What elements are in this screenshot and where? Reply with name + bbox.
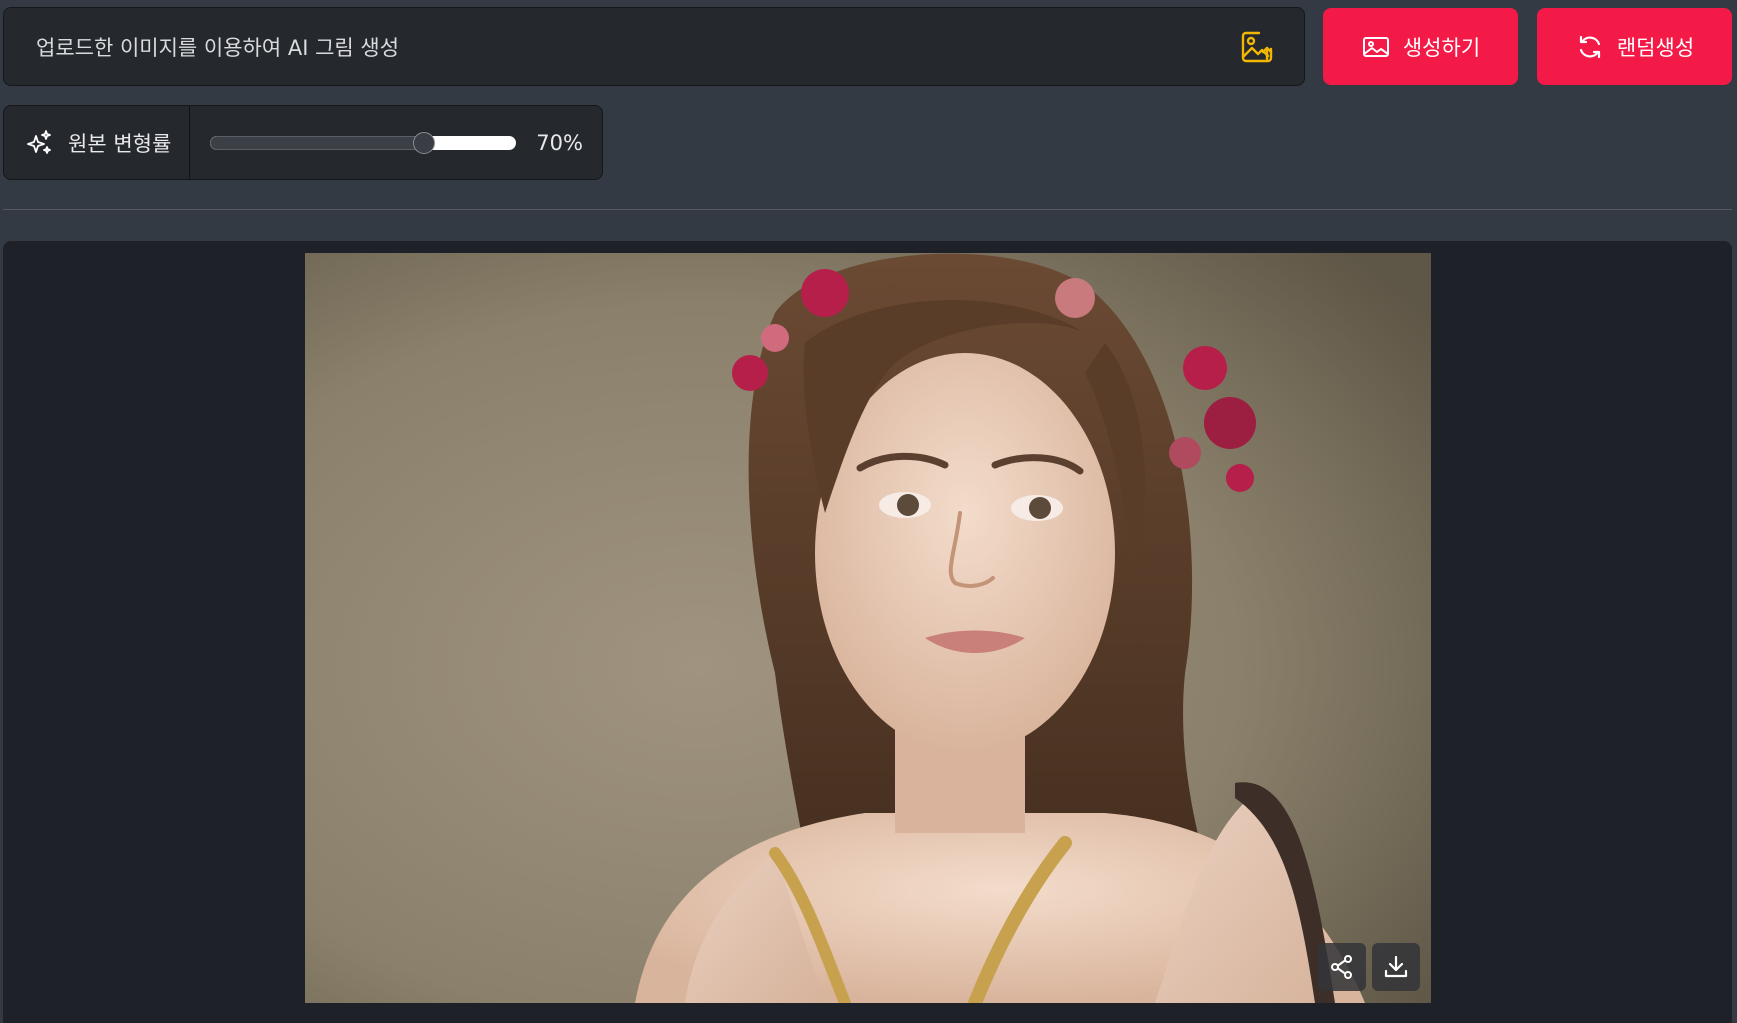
strength-label: 원본 변형률 — [68, 131, 172, 156]
image-upload-icon[interactable] — [1238, 28, 1276, 66]
share-button[interactable] — [1318, 943, 1366, 991]
image-icon — [1362, 36, 1389, 57]
generated-image — [305, 253, 1431, 1003]
prompt-text[interactable]: 업로드한 이미지를 이용하여 AI 그림 생성 — [36, 32, 1238, 62]
section-divider — [3, 209, 1732, 210]
slider-thumb[interactable] — [413, 131, 436, 154]
generate-button[interactable]: 생성하기 — [1323, 8, 1518, 85]
generate-label: 생성하기 — [1402, 35, 1481, 60]
prompt-input[interactable]: 업로드한 이미지를 이용하여 AI 그림 생성 — [3, 7, 1305, 86]
strength-slider[interactable] — [210, 131, 517, 154]
share-icon — [1331, 955, 1352, 979]
download-icon — [1384, 955, 1408, 978]
result-panel — [3, 241, 1732, 1023]
download-button[interactable] — [1372, 943, 1420, 991]
slider-fill — [210, 135, 425, 150]
strength-label-group: 원본 변형률 — [4, 106, 191, 179]
refresh-icon — [1579, 35, 1600, 58]
random-label: 랜덤생성 — [1616, 35, 1695, 60]
sparkle-icon — [27, 129, 51, 154]
strength-value: 70% — [536, 130, 583, 155]
slider-area: 70% — [190, 106, 603, 179]
portrait-illustration — [305, 253, 1431, 1003]
transform-strength-control: 원본 변형률 70% — [3, 105, 603, 180]
random-generate-button[interactable]: 랜덤생성 — [1537, 8, 1732, 85]
